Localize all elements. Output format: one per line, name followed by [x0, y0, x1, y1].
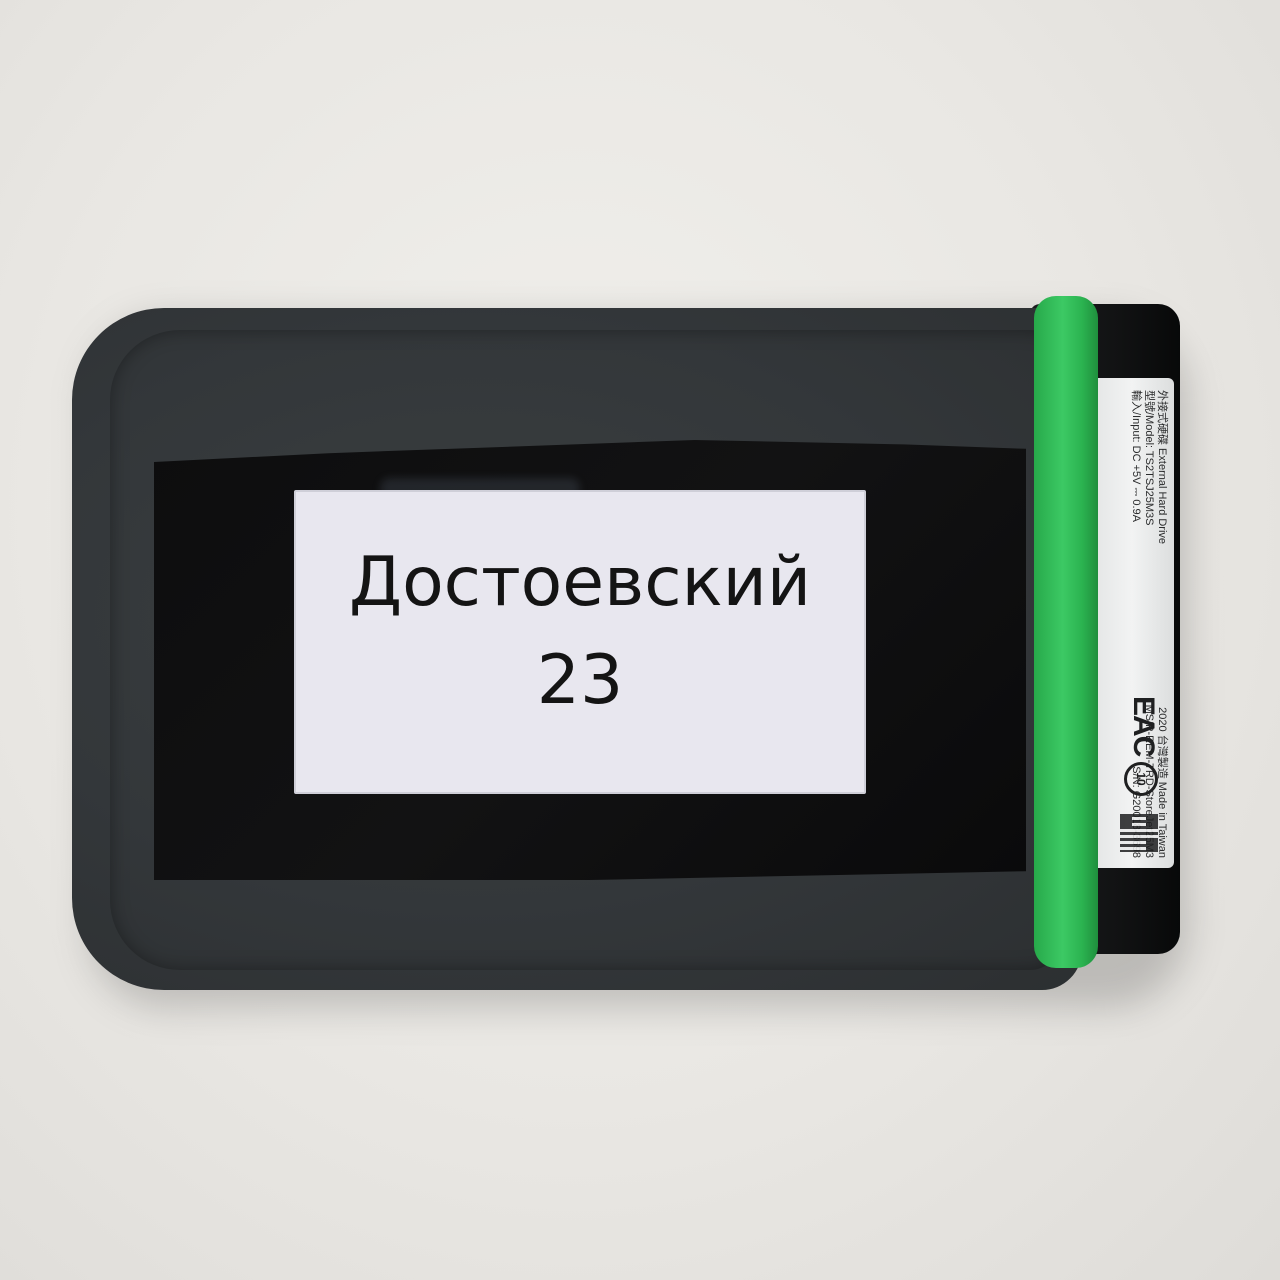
photo-scene: 外接式硬碟 External Hard Drive 2020 台灣製造 Made…: [0, 0, 1280, 1280]
spec-marks-rot: EAC 10: [1090, 378, 1174, 868]
qr-code-icon: [1120, 814, 1158, 852]
name-sticker-text: Достоевский 23: [296, 534, 864, 730]
recycle-10-mark: 10: [1124, 762, 1158, 796]
spec-marks: EAC 10: [1094, 696, 1166, 866]
sticker-line-1: Достоевский: [348, 543, 812, 622]
name-sticker: Достоевский 23: [294, 490, 866, 794]
green-bumper-band: [1034, 296, 1098, 968]
sticker-line-2: 23: [536, 641, 624, 720]
spec-marks-wrap: EAC 10: [1090, 378, 1174, 868]
eac-mark: EAC: [1127, 696, 1160, 757]
